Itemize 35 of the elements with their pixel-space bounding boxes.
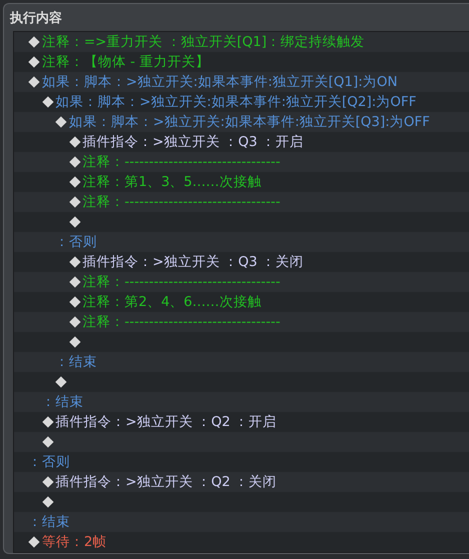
command-row[interactable]: 插件指令：>独立开关 ：Q2 ：关闭 [14, 472, 469, 492]
command-row[interactable]: 注释：-------------------------------- [14, 312, 469, 332]
command-row[interactable]: 如果：脚本：>独立开关:如果本事件:独立开关[Q3]:为OFF [14, 112, 469, 132]
command-text: 注释：-------------------------------- [82, 153, 280, 171]
command-row[interactable]: 注释：-------------------------------- [14, 272, 469, 292]
panel-title: 执行内容 [8, 10, 63, 28]
command-text: 如果：脚本：>独立开关:如果本事件:独立开关[Q3]:为OFF [69, 113, 430, 131]
command-row[interactable]: ：否则 [14, 232, 469, 252]
command-row[interactable]: 注释：-------------------------------- [14, 192, 469, 212]
command-text: ：结束 [42, 393, 84, 411]
command-row[interactable]: 注释：-------------------------------- [14, 152, 469, 172]
command-text: 如果：脚本：>独立开关:如果本事件:独立开关[Q2]:为OFF [56, 93, 416, 111]
command-text: ：否则 [55, 233, 97, 251]
command-text: ：结束 [28, 513, 70, 531]
command-text: 注释：=>重力开关 ：独立开关[Q1]：绑定持续触发 [42, 33, 365, 51]
command-text: 插件指令：>独立开关 ：Q3 ：开启 [82, 133, 304, 151]
command-text: 注释：-------------------------------- [82, 193, 280, 211]
command-text: 注释：-------------------------------- [82, 273, 280, 291]
command-text: 注释：第1、3、5……次接触 [82, 173, 262, 191]
command-text: ：结束 [55, 353, 97, 371]
command-text: 插件指令：>独立开关 ：Q2 ：开启 [56, 413, 277, 431]
command-text: 插件指令：>独立开关 ：Q3 ：关闭 [82, 253, 304, 271]
command-row[interactable]: 注释：=>重力开关 ：独立开关[Q1]：绑定持续触发 [14, 32, 469, 52]
command-row[interactable]: ：结束 [14, 352, 469, 372]
command-text: 注释：-------------------------------- [82, 313, 280, 331]
command-text: 注释：【物体 - 重力开关】 [42, 53, 210, 71]
command-row[interactable]: 如果：脚本：>独立开关:如果本事件:独立开关[Q1]:为ON [14, 72, 469, 92]
command-text: 注释：第2、4、6……次接触 [82, 293, 262, 311]
command-text: 插件指令：>独立开关 ：Q2 ：关闭 [56, 473, 277, 491]
command-text: 等待：2帧 [42, 533, 107, 551]
command-row[interactable] [14, 432, 469, 452]
command-text: 如果：脚本：>独立开关:如果本事件:独立开关[Q1]:为ON [42, 73, 398, 91]
command-text: ：否则 [28, 453, 70, 471]
command-row[interactable]: ：结束 [14, 392, 469, 412]
command-row[interactable]: ：结束 [14, 512, 469, 532]
